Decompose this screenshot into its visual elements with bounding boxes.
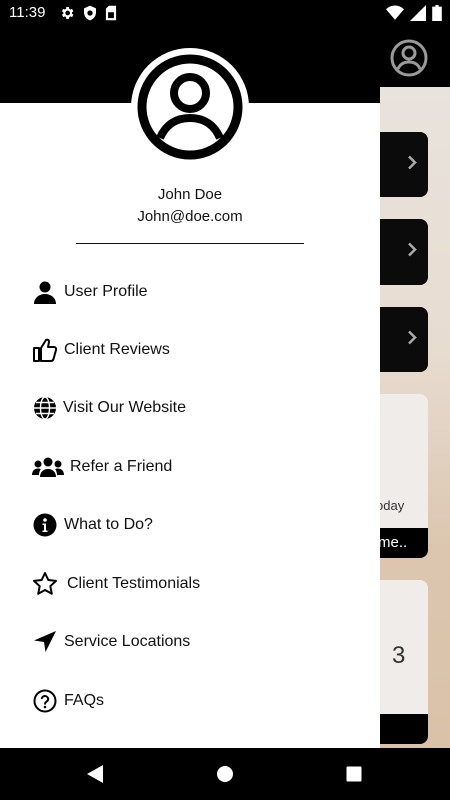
account-circle-icon: [137, 54, 243, 160]
user-icon: [32, 279, 58, 305]
menu-item-label: User Profile: [64, 283, 148, 300]
menu-item-label: FAQs: [64, 692, 105, 709]
star-icon: [32, 571, 58, 597]
menu-item-visit-website[interactable]: Visit Our Website: [0, 382, 380, 434]
question-circle-icon: [32, 688, 58, 714]
home-icon[interactable]: [213, 762, 237, 786]
menu-item-client-reviews[interactable]: Client Reviews: [0, 324, 380, 376]
tile-number: 3: [392, 642, 406, 669]
menu-item-label: Visit Our Website: [63, 399, 187, 416]
menu-item-label: Client Testimonials: [67, 575, 201, 592]
account-circle-icon[interactable]: [389, 38, 429, 78]
user-name: John Doe: [157, 186, 223, 203]
menu-item-faqs[interactable]: FAQs: [0, 675, 380, 727]
gear-icon: [59, 5, 75, 26]
profile-avatar[interactable]: [131, 48, 249, 166]
menu-item-service-locations[interactable]: Service Locations: [0, 616, 380, 668]
chevron-right-icon: [406, 242, 418, 263]
battery-icon: [432, 5, 442, 26]
chevron-right-icon: [406, 154, 418, 175]
thumbs-up-icon: [32, 337, 58, 363]
menu-item-what-to-do[interactable]: What to Do?: [0, 499, 380, 551]
wifi-icon: [386, 5, 404, 26]
menu-item-user-profile[interactable]: User Profile: [0, 266, 380, 318]
users-icon: [32, 454, 64, 480]
menu-item-label: Refer a Friend: [70, 458, 173, 475]
menu-item-label: Service Locations: [64, 633, 191, 650]
info-icon: [32, 512, 58, 538]
menu-item-label: Client Reviews: [64, 341, 170, 358]
user-email: John@doe.com: [137, 208, 243, 225]
menu-item-refer-friend[interactable]: Refer a Friend: [0, 441, 380, 493]
system-nav-bar: [0, 748, 450, 800]
sim-card-icon: [105, 5, 117, 26]
status-time: 11:39: [9, 4, 46, 21]
signal-icon: [410, 5, 426, 26]
menu-item-client-testimonials[interactable]: Client Testimonials: [0, 558, 380, 610]
status-icons-left: [59, 5, 117, 26]
shield-icon: [83, 5, 97, 26]
globe-icon: [32, 395, 58, 421]
recents-icon[interactable]: [342, 762, 366, 786]
status-bar: 11:39: [0, 0, 450, 26]
location-arrow-icon: [32, 629, 58, 655]
back-icon[interactable]: [83, 762, 107, 786]
profile-divider: [76, 243, 304, 244]
menu-item-label: What to Do?: [64, 516, 153, 533]
navigation-drawer: John Doe John@doe.com User Profile Clien…: [0, 26, 380, 748]
chevron-right-icon: [406, 329, 418, 350]
status-icons-right: [386, 5, 442, 26]
tile-label: oday: [376, 498, 405, 513]
